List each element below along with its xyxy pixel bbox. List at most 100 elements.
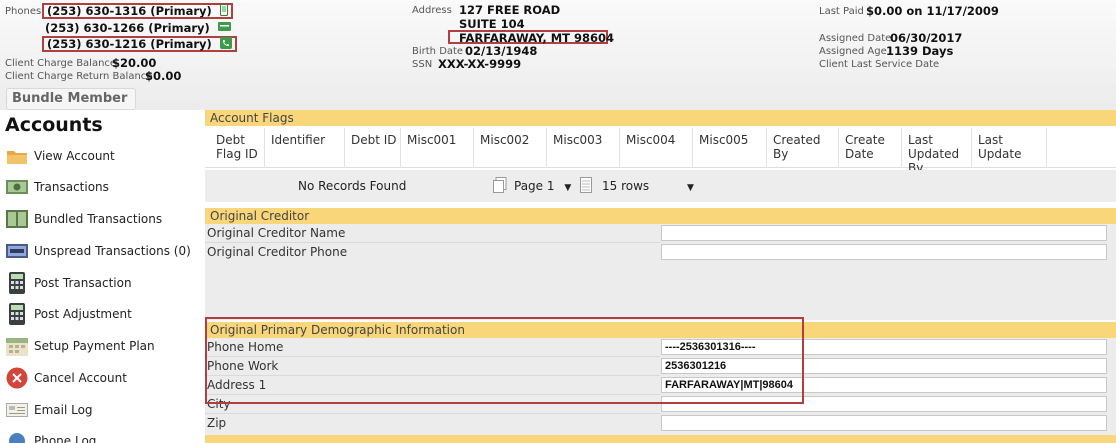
ssn-value: XXX-XX-9999: [438, 57, 522, 71]
column-header[interactable]: Created By: [767, 128, 839, 168]
account-flags-grid: Debt Flag ID Identifier Debt ID Misc001 …: [205, 128, 1116, 175]
bundled-money-icon: [6, 208, 28, 230]
page-select[interactable]: Page 1 ▼: [514, 179, 571, 193]
phone-primary-3[interactable]: (253) 630-1216 (Primary): [42, 36, 237, 52]
column-header[interactable]: Misc003: [547, 128, 620, 168]
accounts-sidebar: Accounts View Account Transactions Bundl…: [0, 110, 200, 443]
original-creditor-header: Original Creditor: [205, 208, 1116, 224]
column-header[interactable]: Debt ID: [345, 128, 401, 168]
sidebar-item-label: View Account: [34, 149, 115, 163]
assigned-date-label: Assigned Date: [819, 33, 892, 44]
phone-number: (253) 630-1266 (Primary): [45, 21, 210, 35]
last-paid-label: Last Paid: [819, 6, 864, 17]
original-creditor-name-field[interactable]: [661, 225, 1107, 241]
page-icon: [493, 177, 507, 196]
column-header[interactable]: Misc005: [693, 128, 767, 168]
phone-log-icon: [6, 430, 28, 443]
rows-select-label: 15 rows: [602, 179, 650, 193]
main-content: Account Flags Debt Flag ID Identifier De…: [205, 110, 1116, 443]
column-header[interactable]: Debt Flag ID: [210, 128, 265, 168]
cancel-icon: [6, 367, 28, 389]
sidebar-item-label: Phone Log: [34, 434, 97, 443]
phone-primary-2[interactable]: (253) 630-1266 (Primary): [42, 20, 234, 36]
assigned-age-value: 1139 Days: [886, 44, 954, 58]
next-section-header: [205, 435, 1116, 443]
field-row: Zip: [205, 414, 1116, 433]
column-header[interactable]: Last Updated By: [902, 128, 972, 175]
address-label: Address: [412, 5, 452, 16]
address-line-3: FARFARAWAY, MT 98604: [459, 31, 615, 45]
client-charge-return-balance-label: Client Charge Return Balance: [5, 71, 153, 82]
zip-label: Zip: [207, 416, 227, 430]
home-phone-icon: [219, 36, 232, 52]
sidebar-item-view-account[interactable]: View Account: [6, 142, 196, 170]
birth-date-value: 02/13/1948: [465, 44, 538, 58]
sidebar-item-label: Post Transaction: [34, 276, 132, 290]
phone-number: (253) 630-1216 (Primary): [47, 37, 212, 51]
sidebar-item-unspread-transactions[interactable]: Unspread Transactions (0): [6, 237, 196, 265]
client-charge-balance-value: $20.00: [112, 56, 157, 70]
caret-down-icon: ▼: [564, 183, 572, 193]
sidebar-item-label: Transactions: [34, 180, 109, 194]
sidebar-item-transactions[interactable]: Transactions: [6, 173, 196, 201]
account-flags-header: Account Flags: [205, 110, 1116, 126]
sidebar-item-label: Unspread Transactions (0): [34, 244, 191, 258]
address-line-1: 127 FREE ROAD: [459, 3, 561, 17]
column-header[interactable]: Identifier: [265, 128, 345, 168]
sidebar-item-bundled-transactions[interactable]: Bundled Transactions: [6, 205, 196, 233]
client-charge-return-balance-value: $0.00: [145, 69, 182, 83]
work-phone-icon: [217, 21, 231, 35]
column-header[interactable]: Misc001: [401, 128, 474, 168]
column-header[interactable]: Misc002: [474, 128, 547, 168]
ssn-label: SSN: [412, 59, 433, 70]
original-creditor-phone-field[interactable]: [661, 244, 1107, 260]
rows-select[interactable]: 15 rows ▼: [602, 179, 694, 193]
no-records-text: No Records Found: [298, 179, 407, 193]
client-charge-balance-label: Client Charge Balance: [5, 58, 117, 69]
calendar-icon: [6, 335, 28, 357]
page-select-label: Page 1: [514, 179, 555, 193]
phones-label: Phones: [5, 6, 42, 17]
sidebar-item-post-adjustment[interactable]: Post Adjustment: [6, 300, 196, 328]
birth-date-label: Birth Date: [412, 46, 464, 57]
caret-down-icon: ▼: [687, 183, 694, 193]
unspread-icon: [6, 240, 28, 262]
sidebar-item-label: Post Adjustment: [34, 307, 132, 321]
money-icon: [6, 176, 28, 198]
account-header: Phones (253) 630-1316 (Primary) (253) 63…: [0, 0, 1116, 110]
field-row: Original Creditor Phone: [205, 243, 1116, 262]
calculator-icon: [6, 303, 28, 325]
phone-primary-1[interactable]: (253) 630-1316 (Primary): [42, 3, 233, 19]
sidebar-item-cancel-account[interactable]: Cancel Account: [6, 364, 196, 392]
column-header[interactable]: Misc004: [620, 128, 693, 168]
original-creditor-phone-label: Original Creditor Phone: [207, 245, 348, 259]
bundle-member-button[interactable]: Bundle Member: [6, 88, 136, 110]
zip-field[interactable]: [661, 415, 1107, 431]
mobile-phone-icon: [219, 3, 228, 19]
sidebar-item-label: Setup Payment Plan: [34, 339, 155, 353]
sidebar-item-post-transaction[interactable]: Post Transaction: [6, 269, 196, 297]
sidebar-item-setup-payment-plan[interactable]: Setup Payment Plan: [6, 332, 196, 360]
original-creditor-panel: Original Creditor Name Original Creditor…: [205, 224, 1116, 320]
column-header[interactable]: Last Update: [972, 128, 1047, 168]
address-line-2: SUITE 104: [459, 17, 525, 31]
sidebar-item-label: Email Log: [34, 403, 93, 417]
assigned-age-label: Assigned Age: [819, 46, 887, 57]
sidebar-title: Accounts: [5, 114, 103, 136]
sidebar-item-email-log[interactable]: Email Log: [6, 396, 196, 424]
folder-icon: [6, 145, 28, 167]
account-flags-pager: No Records Found Page 1 ▼ 15 rows ▼: [205, 170, 1116, 202]
sidebar-item-label: Cancel Account: [34, 371, 127, 385]
sidebar-item-phone-log[interactable]: Phone Log: [6, 427, 196, 443]
phone-number: (253) 630-1316 (Primary): [47, 4, 212, 18]
rows-icon: [580, 177, 592, 196]
client-last-service-date-label: Client Last Service Date: [819, 59, 940, 70]
column-header[interactable]: Create Date: [839, 128, 902, 168]
original-creditor-name-label: Original Creditor Name: [207, 226, 346, 240]
assigned-date-value: 06/30/2017: [890, 31, 963, 45]
demographic-highlight: [205, 317, 804, 404]
email-icon: [6, 399, 28, 421]
last-paid-value: $0.00 on 11/17/2009: [866, 4, 999, 18]
field-row: Original Creditor Name: [205, 224, 1116, 243]
sidebar-item-label: Bundled Transactions: [34, 212, 163, 226]
